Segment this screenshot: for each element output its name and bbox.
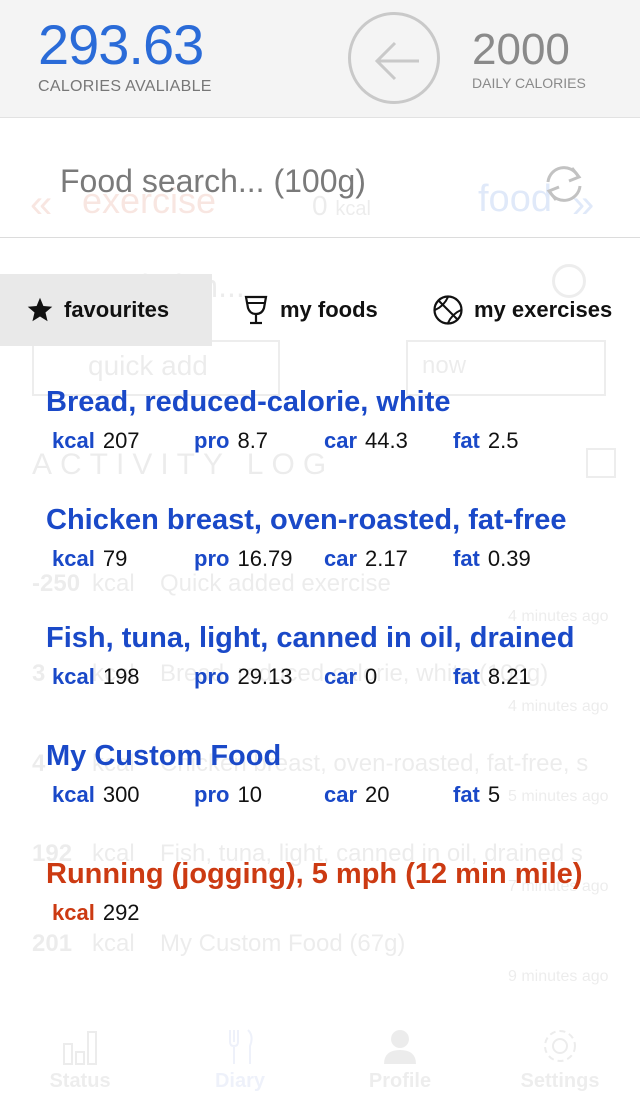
tabbar-item-status[interactable]: Status bbox=[0, 1010, 160, 1100]
exercise-list-item[interactable]: Running (jogging), 5 mph (12 min mile) k… bbox=[0, 850, 640, 960]
macro-car: car 2.17 bbox=[324, 546, 408, 572]
macro-kcal-label: kcal bbox=[52, 546, 95, 571]
macro-pro-label: pro bbox=[194, 664, 230, 689]
tab-favourites[interactable]: favourites bbox=[0, 274, 212, 346]
macro-car-label: car bbox=[324, 428, 358, 453]
macro-pro: pro 29.13 bbox=[194, 664, 293, 690]
daily-calories-value: 2000 bbox=[472, 25, 570, 74]
food-name: Bread, reduced-calorie, white bbox=[46, 386, 451, 418]
star-icon bbox=[27, 297, 53, 322]
macro-pro-value: 10 bbox=[237, 782, 262, 807]
macro-car-label: car bbox=[324, 664, 358, 689]
tab-my-exercises-label: my exercises bbox=[474, 297, 613, 322]
refresh-button[interactable] bbox=[538, 158, 590, 210]
macro-car: car 0 bbox=[324, 664, 377, 690]
macro-fat-value: 5 bbox=[487, 782, 501, 807]
food-name: Chicken breast, oven-roasted, fat-free bbox=[46, 504, 567, 536]
macro-kcal: kcal 207 bbox=[52, 428, 140, 454]
tab-favourites-label: favourites bbox=[64, 297, 170, 322]
macro-kcal-label: kcal bbox=[52, 900, 95, 925]
macro-car: car 44.3 bbox=[324, 428, 408, 454]
calories-available-label: CALORIES AVALIABLE bbox=[38, 78, 212, 95]
ghost-now-label: now bbox=[422, 352, 467, 379]
food-name: Fish, tuna, light, canned in oil, draine… bbox=[46, 622, 575, 654]
calories-available-value: 293.63 bbox=[38, 13, 204, 76]
ghost-log-time: 9 minutes ago bbox=[508, 968, 609, 985]
list-item[interactable]: Chicken breast, oven-roasted, fat-free k… bbox=[0, 496, 640, 606]
goblet-icon bbox=[244, 295, 268, 325]
macro-kcal-value: 207 bbox=[102, 428, 140, 453]
macro-pro-label: pro bbox=[194, 546, 230, 571]
list-item[interactable]: My Custom Food kcal 300 pro 10 car 20 fat 5 bbox=[0, 732, 640, 842]
food-search-bar bbox=[0, 118, 640, 238]
macro-fat: fat 8.21 bbox=[453, 664, 531, 690]
macro-pro-value: 8.7 bbox=[237, 428, 269, 453]
bottom-tab-bar: Status Diary Profile Settings bbox=[0, 1010, 640, 1100]
macro-fat-label: fat bbox=[453, 664, 480, 689]
macro-kcal: kcal 198 bbox=[52, 664, 140, 690]
macro-fat-label: fat bbox=[453, 546, 480, 571]
macro-kcal-value: 198 bbox=[102, 664, 140, 689]
tab-my-foods-label: my foods bbox=[280, 297, 378, 322]
macro-car-value: 44.3 bbox=[365, 428, 408, 453]
macro-kcal-value: 300 bbox=[102, 782, 140, 807]
list-item[interactable]: Bread, reduced-calorie, white kcal 207 pr… bbox=[0, 378, 640, 488]
macro-car: car 20 bbox=[324, 782, 390, 808]
macro-pro-value: 16.79 bbox=[237, 546, 293, 571]
tabbar-item-profile[interactable]: Profile bbox=[320, 1010, 480, 1100]
tabbar-item-diary[interactable]: Diary bbox=[160, 1010, 320, 1100]
macro-fat: fat 0.39 bbox=[453, 546, 531, 572]
calories-available: 293.63 CALORIES AVALIABLE bbox=[38, 14, 212, 96]
macro-car-label: car bbox=[324, 782, 358, 807]
fork-knife-icon bbox=[229, 1029, 253, 1064]
food-search-input[interactable] bbox=[60, 158, 520, 204]
refresh-icon bbox=[546, 166, 582, 202]
macro-fat-value: 0.39 bbox=[487, 546, 531, 571]
macro-kcal-label: kcal bbox=[52, 428, 95, 453]
daily-calories: 2000 DAILY CALORIES bbox=[472, 25, 586, 92]
macro-pro: pro 10 bbox=[194, 782, 262, 808]
arrow-left-icon bbox=[374, 41, 419, 81]
tabbar-item-diary-label: Diary bbox=[214, 1070, 266, 1092]
macro-kcal-value: 79 bbox=[102, 546, 128, 571]
daily-calories-label: DAILY CALORIES bbox=[472, 75, 586, 91]
macro-kcal-label: kcal bbox=[52, 664, 95, 689]
macro-fat-value: 8.21 bbox=[487, 664, 531, 689]
ball-icon bbox=[433, 295, 463, 325]
macro-fat-label: fat bbox=[453, 782, 480, 807]
macro-pro-label: pro bbox=[194, 782, 230, 807]
exercise-name: Running (jogging), 5 mph (12 min mile) bbox=[46, 858, 583, 890]
macro-kcal-value: 292 bbox=[102, 900, 140, 925]
macro-kcal: kcal 300 bbox=[52, 782, 140, 808]
macro-car-label: car bbox=[324, 546, 358, 571]
macro-pro-value: 29.13 bbox=[237, 664, 293, 689]
food-tabs: favourites my foods my exercises bbox=[0, 274, 640, 346]
list-item[interactable]: Fish, tuna, light, canned in oil, draine… bbox=[0, 614, 640, 724]
macro-pro: pro 16.79 bbox=[194, 546, 293, 572]
tab-my-exercises[interactable]: my exercises bbox=[432, 274, 632, 346]
macro-fat-label: fat bbox=[453, 428, 480, 453]
macro-fat: fat 5 bbox=[453, 782, 500, 808]
macro-kcal: kcal 79 bbox=[52, 546, 127, 572]
tabbar-item-profile-label: Profile bbox=[368, 1070, 432, 1092]
gear-icon bbox=[544, 1030, 576, 1062]
food-name: My Custom Food bbox=[46, 740, 282, 772]
macro-kcal: kcal 292 bbox=[52, 900, 140, 926]
tab-my-foods[interactable]: my foods bbox=[242, 274, 412, 346]
macro-pro-label: pro bbox=[194, 428, 230, 453]
calorie-header: 293.63 CALORIES AVALIABLE 2000 DAILY CAL… bbox=[0, 0, 640, 118]
macro-car-value: 20 bbox=[365, 782, 390, 807]
tabbar-item-status-label: Status bbox=[49, 1070, 111, 1092]
macro-car-value: 2.17 bbox=[365, 546, 408, 571]
macro-kcal-label: kcal bbox=[52, 782, 95, 807]
macro-fat-value: 2.5 bbox=[487, 428, 519, 453]
person-icon bbox=[384, 1030, 416, 1064]
tabbar-item-settings[interactable]: Settings bbox=[480, 1010, 640, 1100]
macro-car-value: 0 bbox=[365, 664, 378, 689]
bar-chart-icon bbox=[63, 1031, 97, 1065]
back-button[interactable] bbox=[348, 12, 440, 104]
tabbar-item-settings-label: Settings bbox=[520, 1070, 600, 1092]
macro-fat: fat 2.5 bbox=[453, 428, 518, 454]
macro-pro: pro 8.7 bbox=[194, 428, 268, 454]
